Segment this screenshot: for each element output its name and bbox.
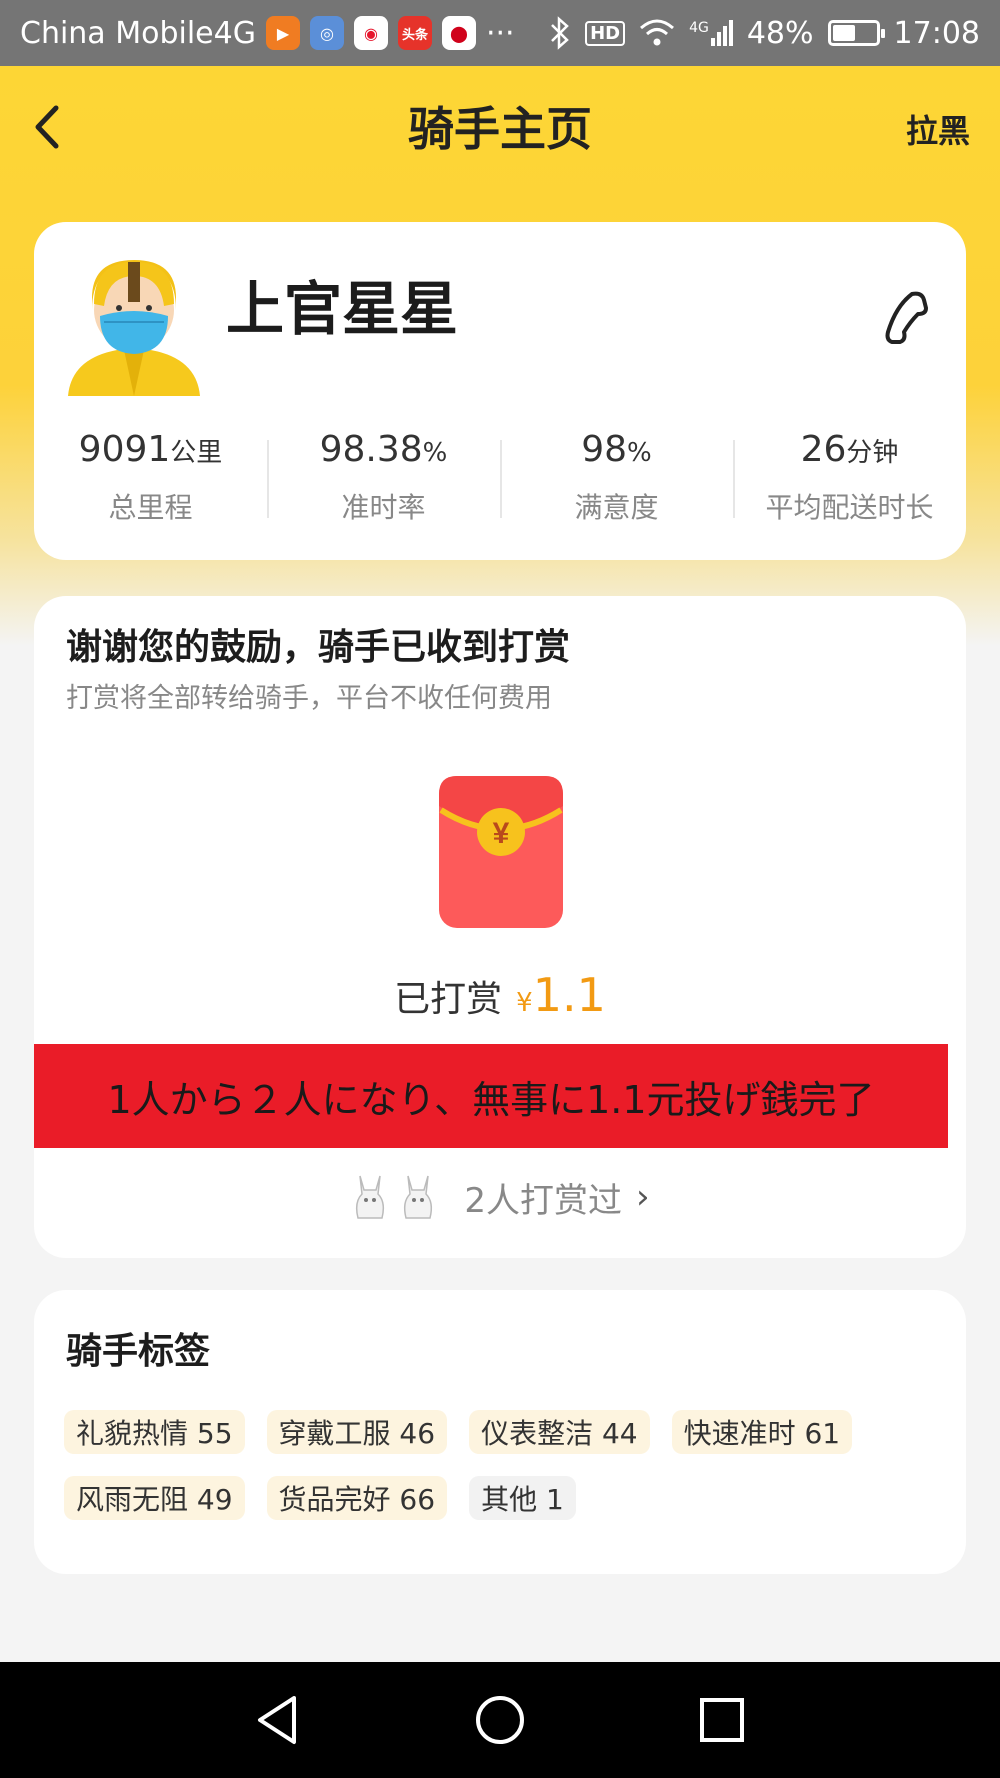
stat-label: 满意度 bbox=[574, 491, 659, 524]
tags-title: 骑手标签 bbox=[66, 1331, 211, 1372]
rider-tags-card: 骑手标签 礼貌热情 55 穿戴工服 46 仪表整洁 44 快速准时 61 风雨无… bbox=[34, 1290, 966, 1574]
news-app-icon: 头条 bbox=[397, 16, 432, 50]
stat-unit: 分钟 bbox=[846, 438, 899, 468]
carrier-text: China Mobile4G bbox=[20, 15, 256, 51]
back-button[interactable] bbox=[28, 102, 68, 152]
reward-title: 谢谢您的鼓励，骑手已收到打赏 bbox=[66, 627, 571, 668]
currency-symbol: ¥ bbox=[516, 988, 533, 1018]
stat-number: 9091 bbox=[78, 429, 171, 470]
stat-number: 98.38 bbox=[319, 429, 423, 470]
status-bar: China Mobile4G ▶ ◎ ◉ 头条 ⬤ ··· HD 4G 48% … bbox=[0, 0, 1000, 66]
stat-value: 98.38% bbox=[267, 422, 500, 478]
stat-label: 平均配送时长 bbox=[765, 491, 934, 524]
video-app-icon: ▶ bbox=[265, 16, 300, 50]
wifi-icon bbox=[640, 19, 675, 46]
tag-other: 其他 1 bbox=[469, 1476, 576, 1520]
weibo-app-icon: ◉ bbox=[353, 16, 388, 50]
status-time: 17:08 bbox=[893, 15, 980, 51]
battery-fill bbox=[832, 25, 855, 41]
stat-value: 9091公里 bbox=[34, 422, 267, 478]
stat-value: 26分钟 bbox=[733, 422, 966, 478]
stat-unit: % bbox=[627, 438, 652, 468]
battery-icon bbox=[827, 20, 885, 46]
status-right: HD 4G 48% 17:08 bbox=[549, 16, 980, 51]
tag-list: 礼貌热情 55 穿戴工服 46 仪表整洁 44 快速准时 61 风雨无阻 49 … bbox=[64, 1410, 944, 1520]
stat-number: 98 bbox=[581, 429, 628, 470]
stat-total-distance: 9091公里 总里程 bbox=[34, 422, 267, 532]
tippers-count-text: 2人打赏过 bbox=[464, 1180, 623, 1221]
signal-icon: 4G bbox=[689, 20, 733, 46]
map-pin-app-icon: ⬤ bbox=[441, 16, 476, 50]
stat-value: 98% bbox=[500, 422, 733, 478]
more-notifications-icon: ··· bbox=[485, 15, 515, 51]
reward-amount-value: 1.1 bbox=[532, 968, 606, 1022]
rider-stats: 9091公里 总里程 98.38% 准时率 98% 满意度 26分钟 平均配送时… bbox=[34, 422, 966, 532]
reward-amount-prefix: 已打赏 bbox=[394, 979, 503, 1020]
tag-all-weather: 风雨无阻 49 bbox=[64, 1476, 245, 1520]
stat-label: 总里程 bbox=[108, 491, 193, 524]
phone-call-button[interactable] bbox=[882, 288, 932, 348]
tag-fast: 快速准时 61 bbox=[671, 1410, 853, 1454]
nav-back-icon[interactable] bbox=[250, 1692, 306, 1748]
tag-polite: 礼貌热情 55 bbox=[64, 1410, 245, 1454]
stat-avg-delivery-time: 26分钟 平均配送时长 bbox=[733, 422, 966, 532]
hd-badge: HD bbox=[585, 20, 626, 46]
reward-subtitle: 打赏将全部转给骑手，平台不收任何费用 bbox=[66, 683, 552, 714]
rider-profile-card: 上官星星 9091公里 总里程 98.38% 准时率 98% 满意度 26分钟 … bbox=[34, 222, 966, 560]
tippers-link[interactable]: 2人打赏过 › bbox=[34, 1172, 966, 1222]
reward-amount: 已打赏 ¥1.1 bbox=[34, 968, 966, 1022]
rider-avatar bbox=[68, 260, 200, 396]
stat-unit: % bbox=[422, 438, 448, 468]
reward-card: 谢谢您的鼓励，骑手已收到打赏 打赏将全部转给骑手，平台不收任何费用 ¥ 已打赏 ¥… bbox=[34, 596, 966, 1258]
network-type-text: 4G bbox=[689, 20, 709, 36]
stat-number: 26 bbox=[800, 429, 847, 470]
status-left: China Mobile4G ▶ ◎ ◉ 头条 ⬤ ··· bbox=[20, 16, 515, 51]
nav-recents-icon[interactable] bbox=[694, 1692, 750, 1748]
rider-name: 上官星星 bbox=[226, 275, 459, 343]
block-button[interactable]: 拉黑 bbox=[906, 106, 970, 152]
caption-banner: 1人から２人になり、無事に1.1元投げ銭完了 bbox=[34, 1044, 948, 1148]
stat-satisfaction: 98% 满意度 bbox=[500, 422, 733, 532]
page-title: 骑手主页 bbox=[408, 102, 592, 156]
stat-on-time-rate: 98.38% 准时率 bbox=[267, 422, 500, 532]
stat-label: 准时率 bbox=[341, 491, 426, 524]
nav-home-icon[interactable] bbox=[472, 1692, 528, 1748]
bluetooth-icon bbox=[551, 16, 569, 50]
tag-goods-intact: 货品完好 66 bbox=[266, 1476, 448, 1520]
tag-neat: 仪表整洁 44 bbox=[469, 1410, 650, 1454]
tipper-avatar-icon bbox=[404, 1175, 433, 1219]
browser-app-icon: ◎ bbox=[309, 16, 344, 50]
red-envelope-icon: ¥ bbox=[439, 776, 563, 928]
system-nav-bar bbox=[0, 1662, 1000, 1778]
battery-percent: 48% bbox=[746, 15, 814, 51]
chevron-right-icon: › bbox=[636, 1177, 650, 1217]
tag-uniform: 穿戴工服 46 bbox=[266, 1410, 448, 1454]
svg-text:¥: ¥ bbox=[493, 817, 510, 850]
tipper-avatar-icon bbox=[356, 1175, 385, 1219]
page-header: 骑手主页 拉黑 bbox=[0, 66, 1000, 186]
stat-unit: 公里 bbox=[170, 438, 223, 468]
